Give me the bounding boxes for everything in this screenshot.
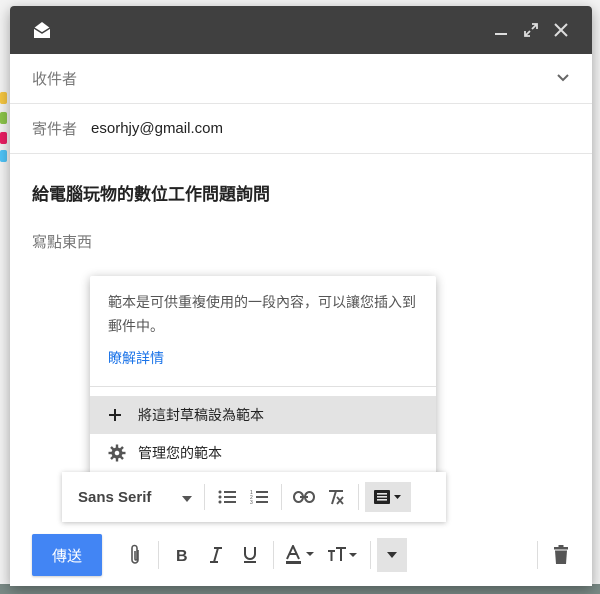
text-size-icon[interactable]: [322, 538, 364, 572]
learn-more-link[interactable]: 瞭解詳情: [90, 338, 436, 368]
toolbar-divider: [358, 484, 359, 510]
message-body[interactable]: 寫點東西: [10, 205, 592, 252]
subject-line[interactable]: 給電腦玩物的數位工作問題詢問: [10, 154, 592, 205]
popup-divider: [90, 386, 436, 387]
from-address[interactable]: esorhjy@gmail.com: [91, 120, 223, 137]
bottom-divider: [273, 541, 274, 569]
from-row: 寄件者 esorhjy@gmail.com: [10, 104, 592, 154]
font-family-value: Sans Serif: [78, 488, 152, 506]
minimize-icon[interactable]: [486, 15, 516, 45]
formatting-toolbar: Sans Serif 123: [62, 472, 446, 522]
italic-icon[interactable]: [199, 538, 233, 572]
manage-templates-item[interactable]: 管理您的範本: [90, 434, 436, 472]
toolbar-divider: [204, 484, 205, 510]
svg-text:3: 3: [250, 500, 253, 505]
manage-templates-label: 管理您的範本: [138, 445, 222, 461]
align-dropdown-icon[interactable]: [365, 482, 411, 512]
remove-formatting-icon[interactable]: [320, 482, 352, 512]
compose-window: 收件者 寄件者 esorhjy@gmail.com 給電腦玩物的數位工作問題詢問…: [10, 6, 592, 586]
close-icon[interactable]: [546, 15, 576, 45]
send-button[interactable]: 傳送: [32, 534, 102, 576]
save-draft-as-template-label: 將這封草稿設為範本: [138, 407, 264, 423]
from-label: 寄件者: [32, 121, 78, 138]
background-label-chip: [0, 92, 7, 104]
expand-icon[interactable]: [516, 15, 546, 45]
compose-bottom-bar: 傳送 B: [10, 524, 592, 586]
envelope-icon: [32, 15, 62, 45]
background-label-chip: [0, 112, 7, 124]
more-options-dropdown-icon[interactable]: [377, 538, 407, 572]
gear-icon: [108, 444, 138, 462]
trash-icon[interactable]: [544, 538, 578, 572]
background-label-chip: [0, 132, 7, 144]
compose-titlebar: [10, 6, 592, 54]
bottom-divider: [158, 541, 159, 569]
bottom-divider: [370, 541, 371, 569]
plus-icon: [108, 408, 138, 422]
background-label-chip: [0, 150, 7, 162]
bulleted-list-icon[interactable]: [211, 482, 243, 512]
underline-icon[interactable]: [233, 538, 267, 572]
bold-icon[interactable]: B: [165, 538, 199, 572]
svg-text:B: B: [176, 548, 188, 563]
bottom-divider: [537, 541, 538, 569]
toolbar-divider: [281, 484, 282, 510]
templates-description: 範本是可供重複使用的一段內容，可以讓您插入到郵件中。: [108, 294, 416, 334]
dropdown-arrow-icon: [182, 489, 192, 506]
font-family-select[interactable]: Sans Serif: [70, 489, 198, 506]
chevron-down-icon[interactable]: [556, 70, 570, 87]
save-draft-as-template-item[interactable]: 將這封草稿設為範本: [90, 396, 436, 434]
numbered-list-icon[interactable]: 123: [243, 482, 275, 512]
text-color-icon[interactable]: [280, 538, 322, 572]
link-icon[interactable]: [288, 482, 320, 512]
recipients-placeholder: 收件者: [32, 71, 78, 88]
background-page-left: [0, 0, 10, 594]
attach-file-icon[interactable]: [118, 538, 152, 572]
recipients-field[interactable]: 收件者: [10, 54, 592, 104]
templates-popup: 範本是可供重複使用的一段內容，可以讓您插入到郵件中。 瞭解詳情 將這封草稿設為範…: [90, 276, 436, 482]
